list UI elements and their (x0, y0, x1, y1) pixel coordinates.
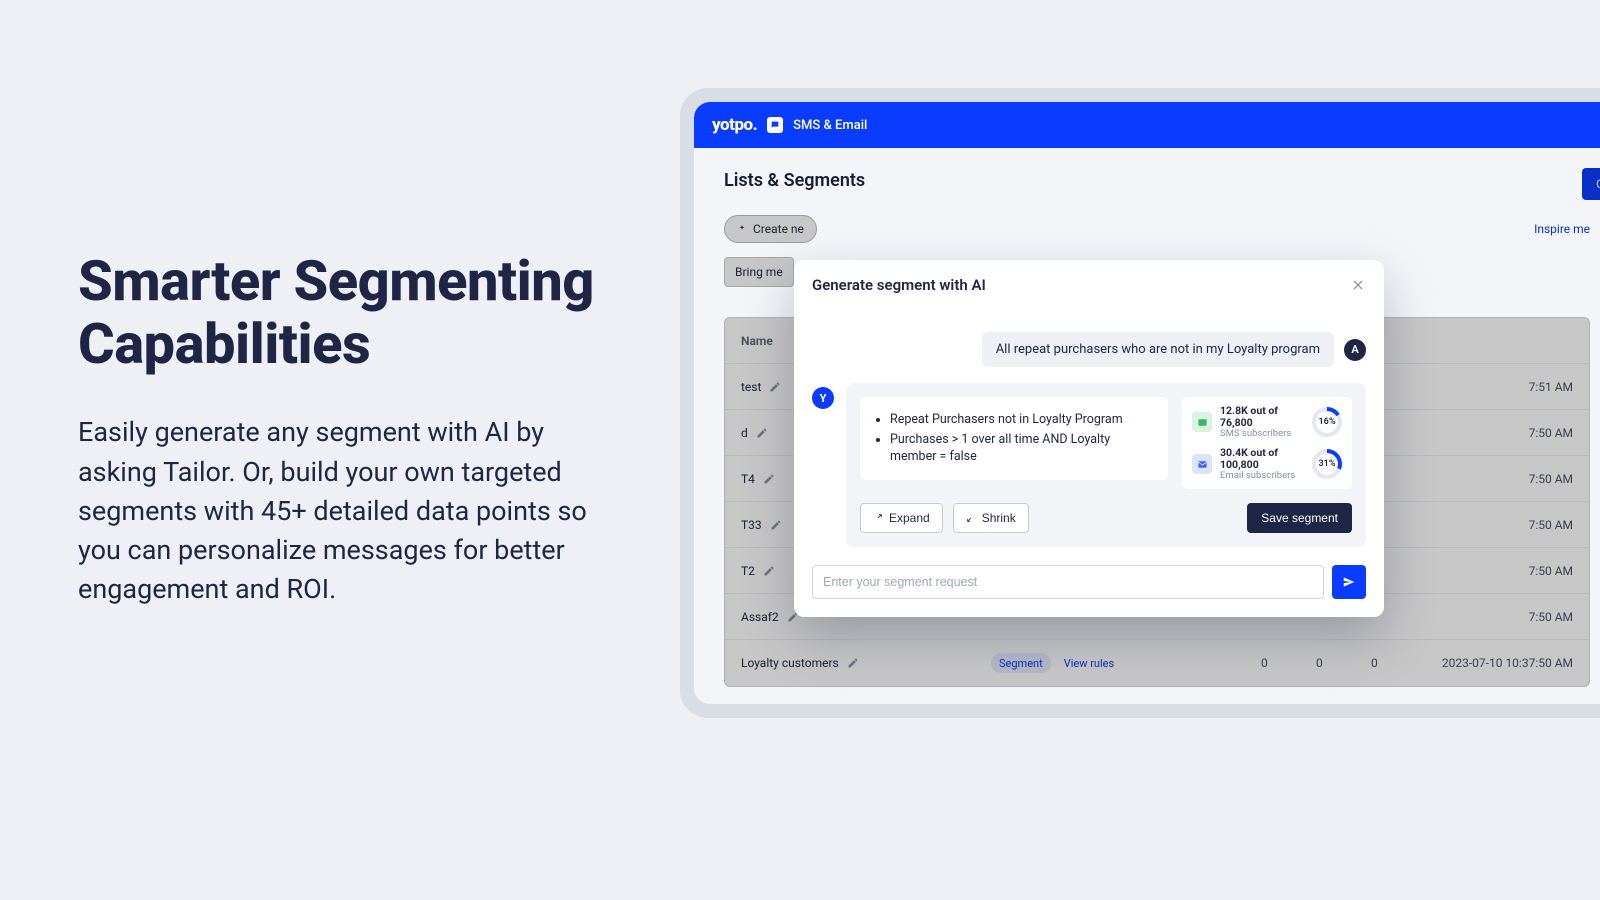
brand-word: yotpo (712, 115, 753, 135)
donut-pct: 31% (1316, 453, 1338, 475)
row-time: 7:50 AM (1431, 426, 1573, 440)
row-name: T2 (741, 564, 755, 578)
brand-logo: yotpo. (712, 115, 757, 135)
view-rules-link[interactable]: View rules (1064, 657, 1114, 670)
create-button-label: Cr (1596, 177, 1600, 191)
row-name: Assaf2 (741, 610, 779, 624)
user-message: All repeat purchasers who are not in my … (982, 332, 1334, 367)
row-count: 0 (1261, 656, 1316, 670)
send-button[interactable] (1332, 565, 1366, 599)
brand-subtitle: SMS & Email (793, 118, 867, 133)
shrink-icon (966, 513, 976, 523)
bring-me-chip[interactable]: Bring me (724, 257, 794, 287)
donut-pct: 16% (1316, 411, 1338, 433)
bot-rules: Repeat Purchasers not in Loyalty Program… (860, 397, 1168, 480)
sms-donut: 16% (1312, 407, 1342, 437)
sms-icon (1192, 412, 1212, 432)
edit-icon[interactable] (763, 565, 775, 577)
inspire-me-link[interactable]: Inspire me (1534, 222, 1590, 236)
segment-badge: Segment (991, 653, 1051, 673)
marketing-copy: Smarter Segmenting Capabilities Easily g… (0, 0, 680, 900)
create-new-label: Create ne (753, 222, 804, 236)
app-header: yotpo. SMS & Email (694, 102, 1600, 148)
row-time: 7:50 AM (1431, 472, 1573, 486)
row-name: T4 (741, 472, 755, 486)
bot-card: Repeat Purchasers not in Loyalty Program… (846, 383, 1366, 547)
hero-body: Easily generate any segment with AI by a… (78, 413, 618, 609)
row-name: d (741, 426, 748, 440)
bot-avatar: Y (812, 387, 834, 409)
shrink-label: Shrink (982, 511, 1016, 525)
row-count: 0 (1371, 656, 1431, 670)
bot-message-row: Y Repeat Purchasers not in Loyalty Progr… (812, 383, 1366, 547)
save-segment-button[interactable]: Save segment (1247, 503, 1352, 533)
email-donut: 31% (1312, 449, 1342, 479)
row-time: 7:50 AM (1431, 564, 1573, 578)
expand-label: Expand (889, 511, 930, 525)
device-frame: yotpo. SMS & Email Cr Lists & Segments (680, 88, 1600, 718)
row-count: 0 (1316, 656, 1371, 670)
modal-title: Generate segment with AI (812, 276, 986, 294)
ai-segment-modal: Generate segment with AI All repeat purc… (794, 260, 1384, 617)
expand-button[interactable]: Expand (860, 503, 943, 533)
device-frame-area: yotpo. SMS & Email Cr Lists & Segments (680, 0, 1600, 900)
edit-icon[interactable] (756, 427, 768, 439)
rule-item: Purchases > 1 over all time AND Loyalty … (890, 431, 1154, 466)
segment-stats: 12.8K out of 76,800 SMS subscribers 16% (1182, 397, 1352, 489)
segment-prompt-input[interactable] (812, 565, 1324, 599)
chat-icon (767, 117, 783, 133)
edit-icon[interactable] (770, 519, 782, 531)
row-name: test (741, 380, 761, 394)
row-name: T33 (741, 518, 762, 532)
hero-title-line1: Smarter Segmenting (78, 248, 594, 314)
brand-dot: . (753, 115, 758, 135)
row-time: 7:50 AM (1431, 518, 1573, 532)
row-time: 2023-07-10 10:37:50 AM (1431, 656, 1573, 670)
sparkle-icon (737, 224, 747, 234)
user-avatar: A (1344, 339, 1366, 361)
expand-icon (873, 513, 883, 523)
edit-icon[interactable] (769, 381, 781, 393)
stat-main: 30.4K out of 100,800 (1220, 447, 1304, 470)
row-time: 7:50 AM (1431, 610, 1573, 624)
stat-email: 30.4K out of 100,800 Email subscribers 3… (1192, 447, 1342, 481)
stat-sub: Email subscribers (1220, 470, 1304, 481)
stat-main: 12.8K out of 76,800 (1220, 405, 1304, 428)
email-icon (1192, 454, 1212, 474)
stat-sub: SMS subscribers (1220, 428, 1304, 439)
edit-icon[interactable] (763, 473, 775, 485)
user-message-row: All repeat purchasers who are not in my … (812, 332, 1366, 367)
send-icon (1342, 575, 1356, 589)
create-new-pill[interactable]: Create ne (724, 215, 817, 243)
page-title: Lists & Segments (694, 148, 1600, 191)
app-screen: yotpo. SMS & Email Cr Lists & Segments (694, 102, 1600, 704)
rule-item: Repeat Purchasers not in Loyalty Program (890, 411, 1154, 429)
table-row[interactable]: Loyalty customers Segment View rules 0 0… (725, 640, 1589, 686)
save-label: Save segment (1261, 511, 1338, 525)
create-button[interactable]: Cr (1582, 168, 1600, 200)
hero-title: Smarter Segmenting Capabilities (78, 250, 640, 375)
edit-icon[interactable] (847, 657, 859, 669)
row-time: 7:51 AM (1431, 380, 1573, 394)
hero-title-line2: Capabilities (78, 311, 370, 377)
row-name: Loyalty customers (741, 656, 839, 670)
close-icon[interactable] (1350, 277, 1366, 293)
shrink-button[interactable]: Shrink (953, 503, 1029, 533)
stat-sms: 12.8K out of 76,800 SMS subscribers 16% (1192, 405, 1342, 439)
